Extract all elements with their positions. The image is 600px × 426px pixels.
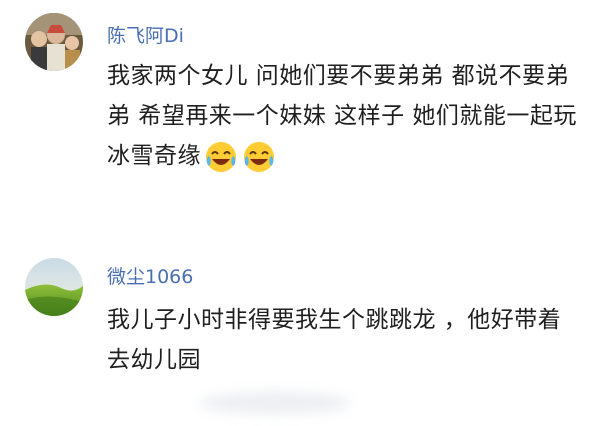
username[interactable]: 陈飞阿Di [107,21,184,48]
username[interactable]: 微尘1066 [107,262,193,289]
laugh-cry-emoji-icon [203,139,239,175]
background-smudge [200,392,350,414]
family-photo-avatar-icon [25,13,83,71]
avatar[interactable] [25,13,83,71]
comment-text: 我儿子小时非得要我生个跳跳龙 ，他好带着去幼儿园 [107,300,582,380]
green-hill-landscape-avatar-icon [25,258,83,316]
laugh-cry-emoji-icon [241,139,277,175]
comment-body: 我儿子小时非得要我生个跳跳龙 ，他好带着去幼儿园 [107,307,562,373]
avatar[interactable] [25,258,83,316]
comment-text: 我家两个女儿 问她们要不要弟弟 都说不要弟弟 希望再来一个妹妹 这样子 她们就能… [107,56,582,176]
comment-body: 我家两个女儿 问她们要不要弟弟 都说不要弟弟 希望再来一个妹妹 这样子 她们就能… [107,63,577,169]
